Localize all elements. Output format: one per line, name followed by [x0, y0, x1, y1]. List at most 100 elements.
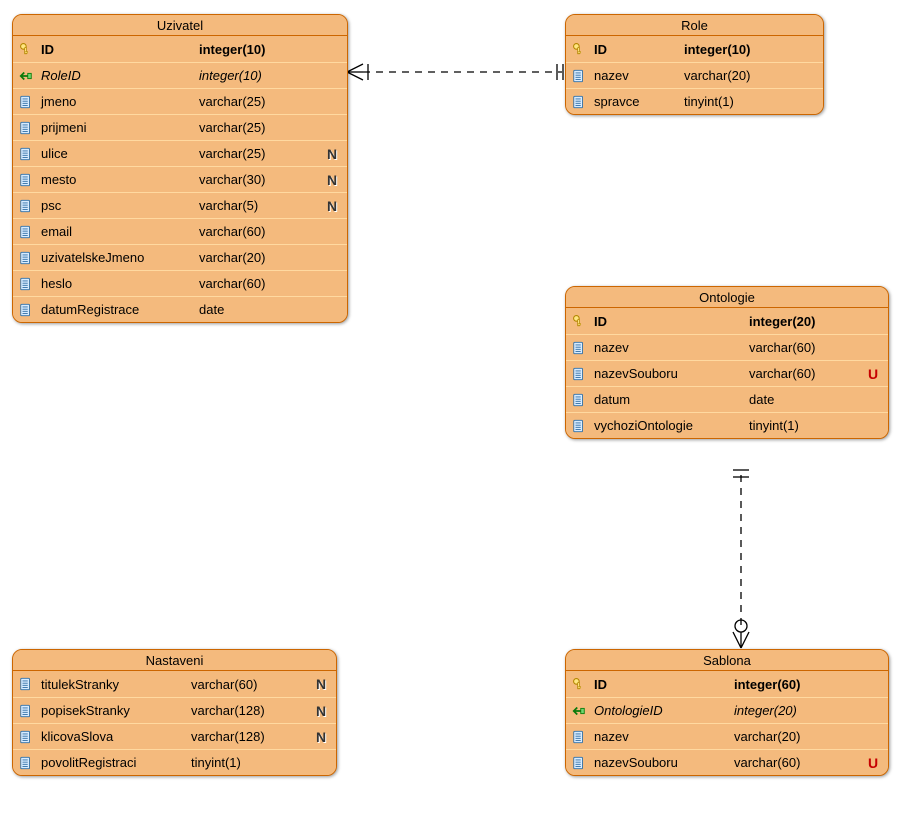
column-name: vychoziOntologie — [594, 418, 749, 433]
column-icon — [570, 391, 588, 409]
column-name: uzivatelskeJmeno — [41, 250, 199, 265]
column-type: varchar(60) — [199, 224, 343, 239]
column-row: mestovarchar(30)N — [13, 166, 347, 192]
entity-title: Sablona — [566, 650, 888, 671]
column-type: varchar(30) — [199, 172, 321, 187]
column-type: integer(10) — [199, 68, 343, 83]
column-name: email — [41, 224, 199, 239]
column-icon — [570, 728, 588, 746]
column-row: pscvarchar(5)N — [13, 192, 347, 218]
column-icon — [17, 728, 35, 746]
column-name: RoleID — [41, 68, 199, 83]
entity-title: Uzivatel — [13, 15, 347, 36]
column-type: varchar(60) — [749, 340, 884, 355]
unique-flag-icon: U — [862, 755, 884, 771]
entity-title: Role — [566, 15, 823, 36]
column-type: varchar(20) — [684, 68, 819, 83]
column-type: varchar(20) — [199, 250, 343, 265]
column-icon — [570, 754, 588, 772]
column-name: ID — [594, 42, 684, 57]
column-icon — [17, 275, 35, 293]
column-row: spravcetinyint(1) — [566, 88, 823, 114]
column-type: varchar(128) — [191, 729, 310, 744]
column-row: jmenovarchar(25) — [13, 88, 347, 114]
column-row: datumRegistracedate — [13, 296, 347, 322]
column-row: nazevSouboruvarchar(60)U — [566, 360, 888, 386]
column-icon — [17, 754, 35, 772]
column-icon — [17, 223, 35, 241]
entity-role: Role IDinteger(10)nazevvarchar(20)spravc… — [565, 14, 824, 115]
column-name: OntologieID — [594, 703, 734, 718]
column-name: klicovaSlova — [41, 729, 191, 744]
column-name: ID — [41, 42, 199, 57]
entity-body: IDinteger(60)OntologieIDinteger(20)nazev… — [566, 671, 888, 775]
column-row: popisekStrankyvarchar(128)N — [13, 697, 336, 723]
column-type: integer(60) — [734, 677, 884, 692]
column-name: datumRegistrace — [41, 302, 199, 317]
column-icon — [17, 675, 35, 693]
nullable-flag-icon: N — [310, 729, 332, 745]
column-type: tinyint(1) — [684, 94, 819, 109]
foreign-key-icon — [570, 702, 588, 720]
column-type: varchar(20) — [734, 729, 884, 744]
primary-key-icon — [570, 312, 588, 330]
column-type: date — [199, 302, 343, 317]
foreign-key-icon — [17, 67, 35, 85]
column-row: heslovarchar(60) — [13, 270, 347, 296]
column-row: IDinteger(10) — [566, 36, 823, 62]
column-icon — [570, 365, 588, 383]
entity-ontologie: Ontologie IDinteger(20)nazevvarchar(60)n… — [565, 286, 889, 439]
column-name: nazev — [594, 68, 684, 83]
column-type: varchar(25) — [199, 94, 343, 109]
entity-body: IDinteger(20)nazevvarchar(60)nazevSoubor… — [566, 308, 888, 438]
column-name: heslo — [41, 276, 199, 291]
column-type: varchar(128) — [191, 703, 310, 718]
column-name: jmeno — [41, 94, 199, 109]
column-icon — [570, 67, 588, 85]
column-row: prijmenivarchar(25) — [13, 114, 347, 140]
column-name: mesto — [41, 172, 199, 187]
column-row: nazevvarchar(60) — [566, 334, 888, 360]
entity-uzivatel: Uzivatel IDinteger(10)RoleIDinteger(10)j… — [12, 14, 348, 323]
column-name: datum — [594, 392, 749, 407]
column-row: IDinteger(60) — [566, 671, 888, 697]
column-type: integer(20) — [749, 314, 884, 329]
column-row: klicovaSlovavarchar(128)N — [13, 723, 336, 749]
nullable-flag-icon: N — [310, 703, 332, 719]
column-name: ID — [594, 314, 749, 329]
column-row: RoleIDinteger(10) — [13, 62, 347, 88]
column-name: nazev — [594, 729, 734, 744]
column-type: tinyint(1) — [749, 418, 884, 433]
nullable-flag-icon: N — [321, 172, 343, 188]
column-icon — [570, 93, 588, 111]
column-name: prijmeni — [41, 120, 199, 135]
column-row: nazevvarchar(20) — [566, 723, 888, 749]
column-type: varchar(25) — [199, 120, 343, 135]
entity-body: titulekStrankyvarchar(60)NpopisekStranky… — [13, 671, 336, 775]
column-type: varchar(60) — [199, 276, 343, 291]
entity-sablona: Sablona IDinteger(60) OntologieIDinteger(… — [565, 649, 889, 776]
column-name: nazevSouboru — [594, 366, 749, 381]
column-row: IDinteger(10) — [13, 36, 347, 62]
column-type: varchar(60) — [749, 366, 862, 381]
column-name: psc — [41, 198, 199, 213]
primary-key-icon — [570, 675, 588, 693]
column-name: nazevSouboru — [594, 755, 734, 770]
column-type: integer(10) — [684, 42, 819, 57]
column-type: integer(20) — [734, 703, 884, 718]
column-icon — [17, 119, 35, 137]
column-row: datumdate — [566, 386, 888, 412]
column-icon — [17, 702, 35, 720]
unique-flag-icon: U — [862, 366, 884, 382]
column-name: popisekStranky — [41, 703, 191, 718]
column-name: titulekStranky — [41, 677, 191, 692]
column-row: emailvarchar(60) — [13, 218, 347, 244]
column-icon — [570, 339, 588, 357]
entity-title: Nastaveni — [13, 650, 336, 671]
column-row: vychoziOntologietinyint(1) — [566, 412, 888, 438]
column-type: date — [749, 392, 884, 407]
column-row: titulekStrankyvarchar(60)N — [13, 671, 336, 697]
entity-body: IDinteger(10)nazevvarchar(20)spravcetiny… — [566, 36, 823, 114]
column-name: povolitRegistraci — [41, 755, 191, 770]
column-icon — [17, 145, 35, 163]
